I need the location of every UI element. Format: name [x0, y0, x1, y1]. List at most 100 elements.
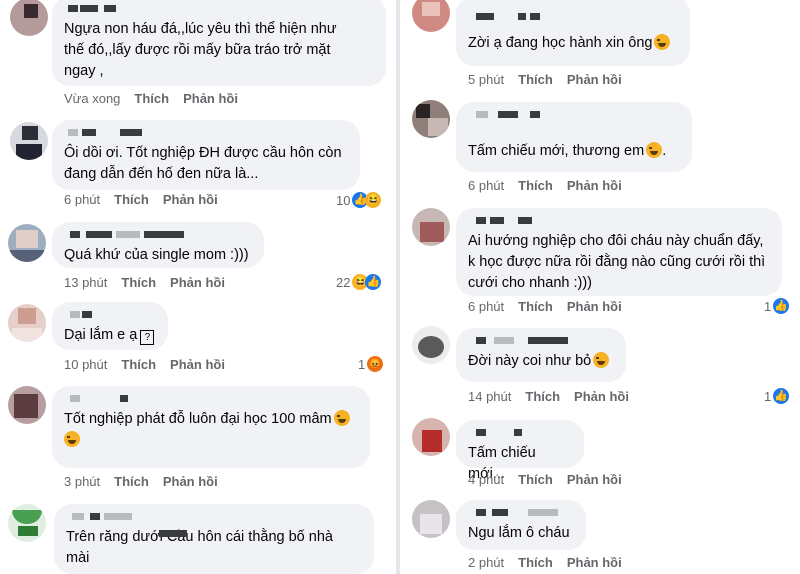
reply-link[interactable]: Phản hồi — [170, 357, 225, 372]
reply-link[interactable]: Phản hồi — [567, 472, 622, 487]
avatar[interactable] — [412, 100, 450, 138]
haha-reaction-icon: 😆 — [365, 192, 382, 208]
comment-bubble: Zời ạ đang học hành xin ông — [456, 0, 690, 66]
like-link[interactable]: Thích — [518, 555, 553, 570]
reply-link[interactable]: Phản hồi — [567, 299, 622, 314]
blurred-commenter-name[interactable] — [468, 215, 770, 225]
comment-actions: 6 phút Thích Phản hồi — [468, 178, 636, 193]
reaction-count: 1 — [764, 298, 772, 314]
blurred-commenter-name[interactable] — [468, 11, 678, 21]
haha-emoji-icon — [646, 142, 663, 158]
reply-link[interactable]: Phản hồi — [163, 192, 218, 207]
avatar[interactable] — [412, 326, 450, 364]
avatar[interactable] — [10, 122, 48, 160]
comment-text: Ai hướng nghiệp cho đôi cháu này chuẩn đ… — [468, 233, 766, 291]
comment-text: Ôi dồi ơi. Tốt nghiệp ĐH được cầu hôn cò… — [64, 145, 342, 182]
left-comment-panel: Ngựa non háu đá,,lúc yêu thì thể hiện nh… — [0, 0, 396, 574]
haha-emoji-icon — [654, 34, 671, 50]
reply-link[interactable]: Phản hồi — [163, 474, 218, 489]
blurred-commenter-name[interactable] — [468, 109, 680, 119]
comment-actions: 13 phút Thích Phản hồi — [64, 275, 239, 290]
comment-actions: 14 phút Thích Phản hồi — [468, 389, 643, 404]
avatar[interactable] — [412, 500, 450, 538]
avatar[interactable] — [412, 0, 450, 32]
reply-link[interactable]: Phản hồi — [170, 275, 225, 290]
reply-link[interactable]: Phản hồi — [567, 72, 622, 87]
comment-actions: 10 phút Thích Phản hồi — [64, 357, 239, 372]
reaction-summary[interactable]: 10 👍 😆 — [336, 192, 382, 208]
comment-actions: 2 phút Thích Phản hồi — [468, 555, 636, 570]
blurred-commenter-name[interactable] — [468, 335, 614, 345]
comment-bubble: Tốt nghiệp phát đỗ luôn đại học 100 mâm — [52, 386, 370, 468]
blurred-commenter-name[interactable] — [468, 507, 574, 517]
comment-time: Vừa xong — [64, 91, 121, 106]
like-link[interactable]: Thích — [134, 91, 169, 106]
avatar[interactable] — [412, 208, 450, 246]
like-link[interactable]: Thích — [121, 357, 156, 372]
comment-actions: 6 phút Thích Phản hồi — [64, 192, 232, 207]
haha-emoji-icon — [333, 410, 350, 426]
comment-time: 6 phút — [468, 299, 505, 314]
comment-text: Ngu lắm ô cháu — [468, 525, 570, 541]
like-link[interactable]: Thích — [518, 299, 553, 314]
comment-time: 4 phút — [468, 472, 505, 487]
comment-actions: 5 phút Thích Phản hồi — [468, 72, 636, 87]
reply-link[interactable]: Phản hồi — [567, 555, 622, 570]
like-link[interactable]: Thích — [518, 72, 553, 87]
like-link[interactable]: Thích — [121, 275, 156, 290]
like-link[interactable]: Thích — [518, 178, 553, 193]
comment-bubble: Tấm chiếu mới, thương em. — [456, 102, 692, 172]
reply-link[interactable]: Phản hồi — [567, 178, 622, 193]
comment-time: 13 phút — [64, 275, 108, 290]
blurred-commenter-name[interactable] — [64, 393, 358, 403]
comment-bubble: Dại lắm e ạ? — [52, 302, 168, 350]
reaction-summary[interactable]: 1 😡 — [358, 356, 384, 372]
avatar[interactable] — [412, 418, 450, 456]
avatar[interactable] — [8, 386, 46, 424]
reaction-count: 10 — [336, 192, 351, 208]
comment-text: Dại lắm e ạ? — [64, 325, 156, 346]
comment-time: 5 phút — [468, 72, 505, 87]
blurred-commenter-name[interactable] — [64, 229, 252, 239]
comment-time: 3 phút — [64, 474, 101, 489]
avatar[interactable] — [8, 304, 46, 342]
like-link[interactable]: Thích — [114, 474, 149, 489]
comment-bubble: Ngựa non háu đá,,lúc yêu thì thể hiện nh… — [52, 0, 386, 86]
comment-bubble: Ôi dồi ơi. Tốt nghiệp ĐH được cầu hôn cò… — [52, 120, 360, 190]
blurred-commenter-name[interactable] — [64, 309, 156, 319]
comment-text: Ngựa non háu đá,,lúc yêu thì thể hiện nh… — [64, 21, 337, 79]
reaction-summary[interactable]: 1 👍 — [764, 388, 790, 404]
like-link[interactable]: Thích — [525, 389, 560, 404]
avatar[interactable] — [10, 0, 48, 36]
missing-emoji-glyph: ? — [140, 330, 155, 345]
blurred-commenter-name[interactable] — [64, 127, 348, 137]
comment-text: Trên răng dưới Cầu hôn cái thằng bố nhà … — [66, 529, 333, 566]
like-link[interactable]: Thích — [518, 472, 553, 487]
comment-time: 10 phút — [64, 357, 108, 372]
comment-bubble: Đời này coi như bỏ — [456, 328, 626, 382]
comment-bubble: Ngu lắm ô cháu — [456, 500, 586, 550]
blurred-commenter-name[interactable] — [468, 427, 572, 437]
avatar[interactable] — [8, 224, 46, 262]
comment-time: 6 phút — [64, 192, 101, 207]
reply-link[interactable]: Phản hồi — [183, 91, 238, 106]
comment-text: Tốt nghiệp phát đỗ luôn đại học 100 mâm — [64, 409, 358, 451]
reaction-summary[interactable]: 1 👍 — [764, 298, 790, 314]
like-link[interactable]: Thích — [114, 192, 149, 207]
reaction-summary[interactable]: 22 😆 👍 — [336, 274, 382, 290]
haha-emoji-icon — [64, 431, 80, 447]
avatar[interactable] — [8, 504, 46, 542]
comment-actions: 3 phút Thích Phản hồi — [64, 474, 232, 489]
comment-bubble: Ai hướng nghiệp cho đôi cháu này chuẩn đ… — [456, 208, 782, 296]
comment-bubble: Tấm chiếu mới... — [456, 420, 584, 482]
comment-text: Zời ạ đang học hành xin ông — [468, 33, 678, 54]
right-comment-panel: Zời ạ đang học hành xin ông 5 phút Thích P… — [400, 0, 800, 574]
comment-text: Quá khứ của single mom :))) — [64, 247, 249, 263]
blurred-commenter-name[interactable] — [64, 3, 374, 13]
comment-time: 6 phút — [468, 178, 505, 193]
like-reaction-icon: 👍 — [365, 274, 382, 290]
comment-time: 14 phút — [468, 389, 512, 404]
blurred-commenter-name[interactable] — [66, 511, 362, 521]
reply-link[interactable]: Phản hồi — [574, 389, 629, 404]
reaction-count: 22 — [336, 274, 351, 290]
